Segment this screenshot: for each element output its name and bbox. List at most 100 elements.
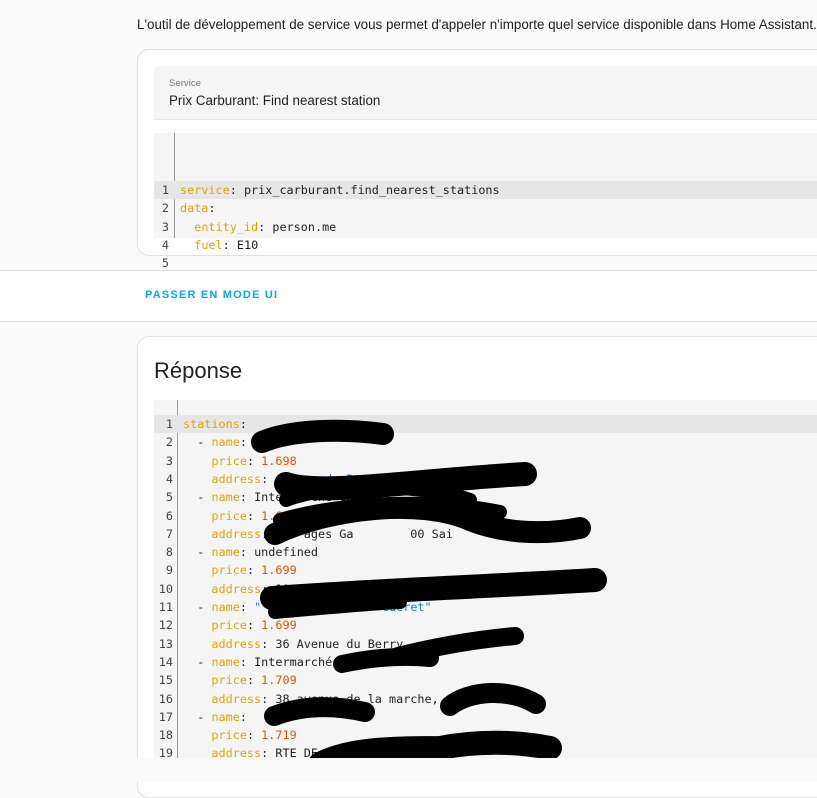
response-yaml-editor[interactable]: 1 stations: 2 - name: 3 price: 1.698 4 addre… [154,400,817,760]
yaml-value: prix_carburant.find_nearest_stations [243,183,500,197]
line-number: 3 [165,453,173,468]
code-line: 9 price: 1.699 [154,561,817,579]
code-content: address: ages Ga 00 Sai [211,526,453,541]
code-line: 17 - name: [154,708,817,726]
code-line: 4 fuel: E10 [154,236,817,254]
line-number: 9 [165,563,173,578]
yaml-key: address [211,691,262,706]
yaml-value: Avenue du Berry ne, 23000 [275,471,453,486]
code-line: 1 service: prix_carburant.find_nearest_st… [154,181,817,199]
line-number: 1 [165,417,173,431]
response-title: Réponse [154,358,243,383]
yaml-value: undefined [254,545,318,560]
code-line: 15 price: 1.709 [154,671,817,689]
code-content: price: 1.699 [211,618,297,633]
yaml-key: address [211,471,262,486]
code-content: address: 38 avenue de la marche, [211,691,439,706]
yaml-key: name [211,709,240,724]
yaml-key: name [211,600,240,614]
yaml-value: Intermarché [254,654,333,669]
yaml-dash: - [197,545,212,560]
code-content: price: 1.699 [211,563,297,578]
line-number: 8 [165,545,173,560]
code-line: 13 address: 36 Avenue du Berry [154,635,817,653]
yaml-key: address [211,636,262,651]
yaml-key: price [211,563,247,578]
code-content: - name: [197,435,247,450]
code-line: 3 entity_id: person.me [154,218,817,236]
service-yaml-editor[interactable]: 1 service: prix_carburant.find_nearest_st… [154,133,817,270]
code-content: stations: [183,417,247,431]
code-line: 7 address: ages Ga 00 Sai [154,525,817,543]
yaml-key: price [211,728,247,743]
intro-text: L'outil de développement de service vous… [137,17,817,32]
line-number: 10 [158,581,173,596]
yaml-value: E10 [236,237,259,252]
yaml-value: 10 [275,581,290,596]
service-card: Service Prix Carburant: Find nearest sta… [137,49,817,270]
yaml-key: name [211,545,240,560]
code-content: - name: Intermarché [197,654,333,669]
code-line: 8 - name: undefined [154,543,817,561]
line-number: 18 [158,728,173,743]
line-number: 6 [165,508,173,523]
code-line: 16 address: 38 avenue de la marche, [154,690,817,708]
code-line: 3 price: 1.698 [154,452,817,470]
switch-to-ui-mode-button[interactable]: PASSER EN MODE UI [137,283,286,307]
service-picker[interactable]: Service Prix Carburant: Find nearest sta… [154,66,817,120]
code-line: 1 stations: [154,415,817,433]
yaml-value: person.me [272,219,337,234]
line-number: 2 [161,201,169,216]
code-line: 2 data: [154,199,817,217]
yaml-value: 1.699 [261,618,297,633]
code-content: fuel: E10 [194,237,259,252]
line-number: 15 [158,673,173,688]
yaml-key: name [211,654,240,669]
line-number: 4 [161,237,169,252]
yaml-key: price [211,673,247,688]
yaml-value: Intermarché Guéret [254,490,382,505]
yaml-key: address [211,526,262,541]
line-number: 5 [165,490,173,505]
yaml-dash: - [197,654,212,669]
line-number: 13 [158,636,173,651]
yaml-value: 36 Avenue du Berry [275,636,404,651]
code-content: price: 1.709 [211,673,297,688]
code-line: 11 - name: "*** Leclerc *** Guéret" [154,598,817,616]
yaml-key: fuel [194,237,223,252]
yaml-value: 1.698 [261,453,297,468]
line-number: 12 [158,618,173,633]
yaml-key: address [211,581,262,596]
yaml-key: name [211,490,240,505]
line-number: 4 [165,471,173,486]
yaml-key: price [211,508,247,523]
code-line: 18 price: 1.719 [154,726,817,744]
code-content: service: prix_carburant.find_nearest_sta… [180,183,500,197]
service-picker-value: Prix Carburant: Find nearest station [169,93,381,108]
yaml-dash: - [197,490,212,505]
code-line: 12 price: 1.699 [154,616,817,634]
code-content: data: [180,201,216,216]
yaml-value: 1.719 [261,728,297,743]
code-content: address: 36 Avenue du Berry [211,636,404,651]
yaml-value: 38 avenue de la marche, [275,691,439,706]
line-number: 7 [165,526,173,541]
code-content: address: 10 [211,581,290,596]
line-number: 14 [158,654,173,669]
yaml-dash: - [197,709,212,724]
response-card: Réponse 1 stations: 2 - name: 3 price: 1.69… [137,336,817,798]
code-content: entity_id: person.me [194,219,337,234]
yaml-value: "*** Leclerc *** Guéret" [254,600,432,614]
yaml-value: 1.709 [261,673,297,688]
yaml-key: name [211,435,240,450]
code-content: - name: [197,709,247,724]
code-content: - name: "*** Leclerc *** Guéret" [197,600,432,614]
yaml-value: 1.699 [261,563,297,578]
line-number: 1 [161,183,169,197]
code-line: 10 address: 10 [154,580,817,598]
yaml-value: 1.699 [261,508,297,523]
line-number: 3 [161,219,169,234]
yaml-dash: - [197,435,212,450]
line-number: 11 [158,600,173,614]
code-content: price: 1.698 [211,453,297,468]
